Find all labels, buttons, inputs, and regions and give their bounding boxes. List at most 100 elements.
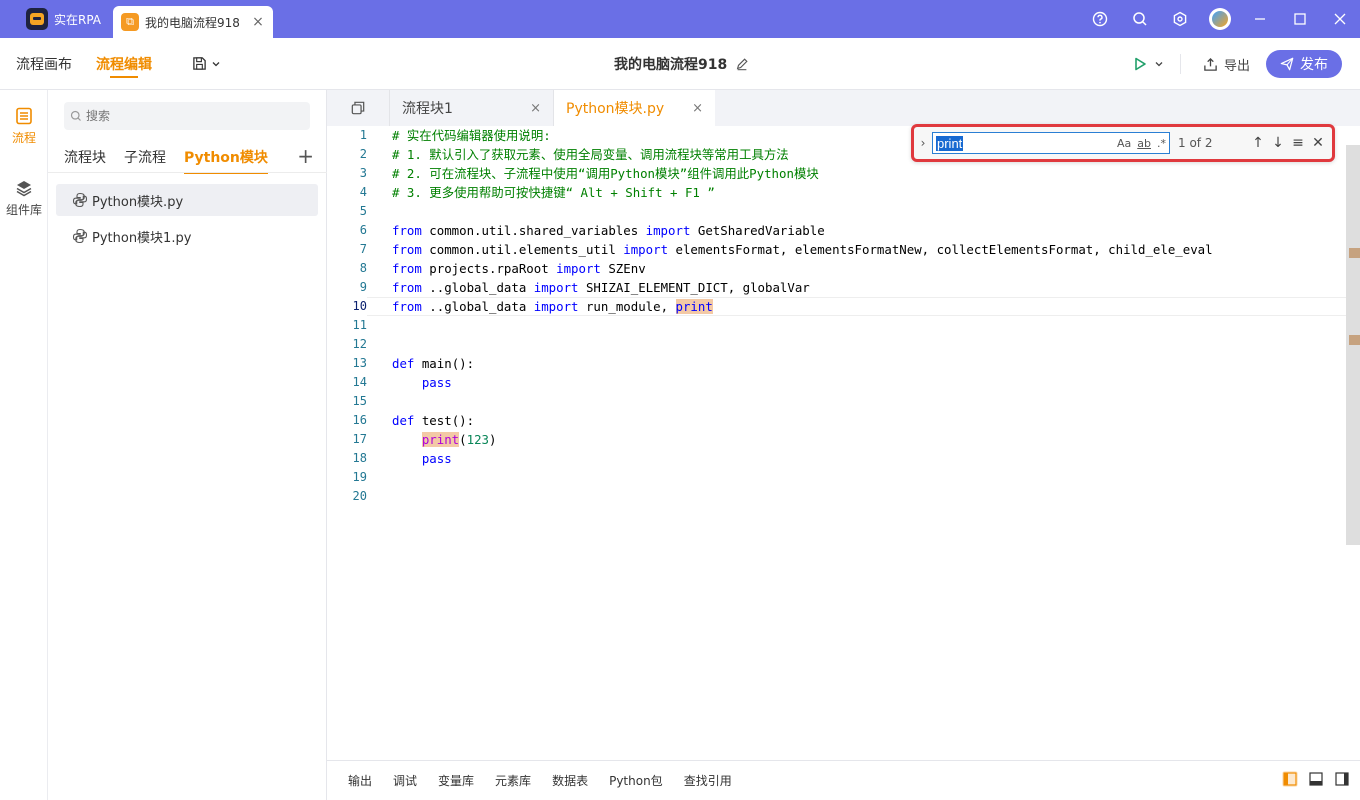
minimize-icon[interactable] [1240, 0, 1280, 38]
layout-bottom-panel-icon[interactable] [1308, 771, 1324, 787]
tab-output[interactable]: 输出 [348, 772, 372, 789]
publish-label: 发布 [1300, 57, 1328, 73]
bottom-panel-tabs: 输出 调试 变量库 元素库 数据表 Python包 查找引用 [327, 760, 1360, 800]
line-number: 10 [352, 299, 367, 313]
find-options: Aa ab .* [1117, 137, 1166, 150]
code-line: # 3. 更多使用帮助可按快捷键“ Alt + Shift + F1 ” [392, 185, 715, 200]
run-button[interactable] [1132, 54, 1181, 74]
search-icon[interactable] [1120, 0, 1160, 38]
layout-toggles [1282, 771, 1350, 787]
tab-find-references[interactable]: 查找引用 [684, 772, 732, 789]
copy-tabs-icon[interactable] [327, 90, 389, 126]
help-icon[interactable] [1080, 0, 1120, 38]
code-line: from ..global_data import run_module, pr… [392, 299, 713, 314]
file-item[interactable]: Python模块.py [56, 184, 318, 216]
arrow-down-icon[interactable]: ↓ [1268, 135, 1288, 151]
editor-tab-flowblock1[interactable]: 流程块1 × [389, 90, 553, 126]
arrow-up-icon[interactable]: ↑ [1248, 135, 1268, 151]
nav-flow-label: 流程 [11, 130, 36, 145]
file-name: Python模块1.py [92, 230, 192, 246]
close-icon[interactable]: × [530, 101, 541, 116]
line-number: 16 [352, 413, 367, 427]
code-editor[interactable]: 1 2 3 4 5 6 7 8 9 10 11 12 13 14 15 16 17 18 19 20 # 实在代码编辑… [327, 126, 1346, 760]
line-number: 12 [352, 337, 367, 351]
nav-components-label: 组件库 [5, 202, 42, 217]
find-input[interactable]: print Aa ab .* [932, 132, 1170, 154]
nav-components[interactable]: 组件库 [0, 162, 48, 234]
match-count: 1 of 2 [1178, 136, 1213, 150]
window-tab-title: 我的电脑流程918 [145, 15, 240, 30]
nav-flow[interactable]: 流程 [0, 90, 48, 162]
maximize-icon[interactable] [1280, 0, 1320, 38]
settings-gear-icon[interactable] [1160, 0, 1200, 38]
close-window-icon[interactable] [1320, 0, 1360, 38]
line-number: 14 [352, 375, 367, 389]
find-input-value: print [936, 135, 964, 151]
toggle-replace-chevron-icon[interactable]: › [914, 136, 932, 150]
add-icon[interactable]: + [297, 146, 314, 166]
export-button[interactable]: 导出 [1203, 55, 1250, 74]
save-icon [193, 57, 206, 70]
window-controls [1080, 0, 1360, 38]
play-icon [1135, 57, 1146, 71]
tab-elements[interactable]: 元素库 [495, 772, 531, 789]
code-line: from projects.rpaRoot import SZEnv [392, 261, 646, 276]
list-icon [16, 107, 32, 124]
toolbar-actions: 导出 发布 [1132, 38, 1342, 90]
tab-datatable[interactable]: 数据表 [552, 772, 588, 789]
line-number: 6 [359, 223, 367, 237]
tab-flow-canvas[interactable]: 流程画布 [16, 38, 72, 90]
tab-subflows[interactable]: 子流程 [124, 142, 166, 172]
edit-pencil-icon[interactable] [735, 57, 749, 71]
line-number: 2 [359, 147, 367, 161]
send-icon [1280, 57, 1294, 71]
tab-flow-edit[interactable]: 流程编辑 [96, 38, 152, 90]
tab-flow-blocks[interactable]: 流程块 [64, 142, 106, 172]
search-input[interactable] [86, 109, 286, 123]
sidebar: 流程块 子流程 Python模块 + Python模块.py Python模块1… [48, 90, 327, 800]
search-icon [70, 110, 81, 121]
tab-python-modules[interactable]: Python模块 [184, 142, 268, 174]
code-line: pass [421, 375, 452, 390]
code-line: from common.util.elements_util import el… [392, 242, 1213, 257]
save-button[interactable] [192, 56, 221, 71]
tab-debug[interactable]: 调试 [393, 772, 417, 789]
line-number: 8 [359, 261, 367, 275]
code-line: from ..global_data import SHIZAI_ELEMENT… [392, 280, 810, 295]
find-in-selection-icon[interactable]: ≡ [1288, 135, 1308, 151]
close-icon[interactable]: × [692, 101, 703, 116]
tab-variables[interactable]: 变量库 [438, 772, 474, 789]
find-match-marker [1349, 248, 1360, 258]
editor-tab-python-module[interactable]: Python模块.py × [553, 90, 715, 126]
tab-python-packages[interactable]: Python包 [609, 772, 663, 789]
close-icon[interactable]: ✕ [1308, 135, 1328, 151]
file-item[interactable]: Python模块1.py [56, 220, 318, 252]
publish-button[interactable]: 发布 [1266, 50, 1342, 78]
search-box[interactable] [64, 102, 310, 130]
whole-word-toggle[interactable]: ab [1137, 137, 1151, 150]
user-avatar[interactable] [1200, 0, 1240, 38]
layout-left-panel-icon[interactable] [1282, 771, 1298, 787]
main-toolbar: 流程画布 流程编辑 我的电脑流程918 导出 发布 [0, 38, 1360, 90]
window-tab-close-icon[interactable]: × [251, 14, 265, 30]
line-number: 7 [359, 242, 367, 256]
line-number: 20 [352, 489, 367, 503]
code-content[interactable]: # 实在代码编辑器使用说明: # 1. 默认引入了获取元素、使用全局变量、调用流… [392, 126, 1213, 506]
editor-tab-label: Python模块.py [566, 101, 665, 117]
title-bar: 实在RPA ⧉ 我的电脑流程918 × [0, 0, 1360, 38]
editor-tab-label: 流程块1 [402, 101, 453, 117]
code-line: # 2. 可在流程块、子流程中使用“调用Python模块”组件调用此Python… [392, 166, 819, 181]
window-tab-flow[interactable]: ⧉ 我的电脑流程918 × [113, 6, 274, 38]
line-number-gutter: 1 2 3 4 5 6 7 8 9 10 11 12 13 14 15 16 17 18 19 20 [327, 126, 367, 506]
scrollbar-thumb[interactable] [1346, 145, 1360, 545]
line-number: 9 [359, 280, 367, 294]
regex-toggle[interactable]: .* [1157, 137, 1166, 150]
line-number: 3 [359, 166, 367, 180]
match-case-toggle[interactable]: Aa [1117, 137, 1131, 150]
layout-right-panel-icon[interactable] [1334, 771, 1350, 787]
code-line: def main(): [392, 356, 475, 371]
file-name: Python模块.py [92, 194, 184, 210]
app-home-button[interactable]: 实在RPA [0, 0, 113, 38]
